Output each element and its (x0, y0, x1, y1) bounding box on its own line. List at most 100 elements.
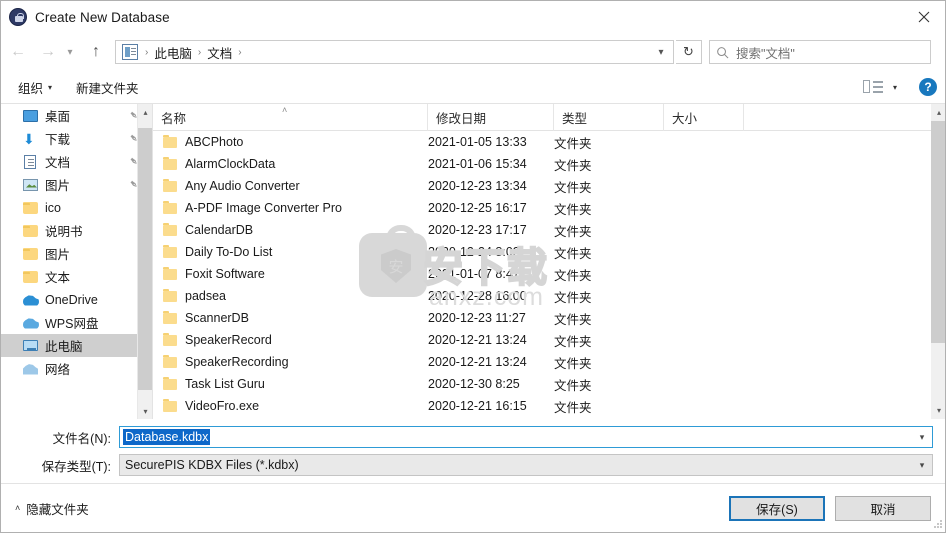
cell-date: 2021-01-05 13:33 (428, 135, 527, 149)
documents-icon (23, 154, 39, 170)
table-row[interactable]: VideoFro.exe 2020-12-21 16:15 文件夹 (153, 395, 931, 417)
recent-locations-icon[interactable]: ▾ (61, 39, 79, 65)
column-header-size[interactable]: 大小 (664, 104, 744, 131)
cell-name: Foxit Software (153, 267, 428, 281)
table-row[interactable]: AlarmClockData 2021-01-06 15:34 文件夹 (153, 153, 931, 175)
resize-grip[interactable] (934, 520, 944, 530)
table-row[interactable]: padsea 2020-12-28 16:00 文件夹 (153, 285, 931, 307)
cell-name: AlarmClockData (153, 157, 428, 171)
sidebar-scrollbar-thumb[interactable] (138, 128, 152, 390)
table-row[interactable]: Any Audio Converter 2020-12-23 13:34 文件夹 (153, 175, 931, 197)
table-row[interactable]: Daily To-Do List 2020-12-24 8:02 文件夹 (153, 241, 931, 263)
chevron-up-icon[interactable]: ▴ (138, 104, 152, 120)
onedrive-icon (23, 292, 39, 308)
cancel-button[interactable]: 取消 (835, 495, 931, 521)
table-row[interactable]: ScannerDB 2020-12-23 11:27 文件夹 (153, 307, 931, 329)
file-form: 文件名(N): Database.kdbx ▾ 保存类型(T): SecureP… (1, 419, 945, 483)
cell-type: 文件夹 (554, 268, 592, 283)
file-list-scrollbar[interactable]: ▴ ▾ (931, 104, 945, 419)
back-icon[interactable]: ← (5, 39, 31, 65)
filetype-label: 保存类型(T): (41, 459, 111, 474)
sidebar-scrollbar[interactable]: ▴ ▾ (137, 104, 152, 419)
hide-folders-toggle[interactable]: ˄ 隐藏文件夹 (15, 499, 89, 518)
breadcrumb-item-this-pc[interactable]: 此电脑 (151, 43, 195, 62)
navigation-sidebar: 桌面 ✒ ⬇ 下载 ✒ 文档 ✒ 图片 ✒ ico 说明书 图片文本 OneDrive WPS网盘此电脑网… (1, 104, 153, 419)
cell-type: 文件夹 (554, 356, 592, 371)
filename-input[interactable]: Database.kdbx ▾ (119, 426, 933, 448)
sidebar-item-ico[interactable]: ico (1, 196, 152, 219)
folder-icon (163, 201, 177, 214)
sidebar-item-文档[interactable]: 文档 ✒ (1, 150, 152, 173)
table-row[interactable]: Task List Guru 2020-12-30 8:25 文件夹 (153, 373, 931, 395)
sidebar-item-此电脑[interactable]: 此电脑 (1, 334, 152, 357)
chevron-up-icon[interactable]: ▴ (931, 104, 945, 121)
sidebar-item-OneDrive[interactable]: OneDrive (1, 288, 152, 311)
chevron-down-icon[interactable]: ▾ (912, 455, 932, 475)
sidebar-item-网络[interactable]: 网络 (1, 357, 152, 380)
column-label-size: 大小 (672, 111, 698, 126)
sidebar-item-label: 下载 (45, 133, 71, 147)
file-name-label: CalendarDB (185, 223, 254, 237)
table-row[interactable]: CalendarDB 2020-12-23 17:17 文件夹 (153, 219, 931, 241)
cell-name: VideoFro.exe (153, 399, 428, 413)
file-name-label: ScannerDB (185, 311, 249, 325)
table-row[interactable]: SpeakerRecord 2020-12-21 13:24 文件夹 (153, 329, 931, 351)
folder-icon (23, 223, 39, 239)
organize-button[interactable]: 组织 ▾ (11, 75, 59, 100)
sidebar-item-说明书[interactable]: 说明书 (1, 219, 152, 242)
column-header-name[interactable]: 名称 ˄ (153, 104, 428, 131)
navigation-bar: ← → ▾ ↑ › 此电脑 › 文档 › ▾ ↻ 搜索"文档" (1, 33, 945, 71)
cell-type: 文件夹 (554, 224, 592, 239)
sort-ascending-icon: ˄ (282, 104, 288, 115)
view-mode-icon[interactable] (863, 78, 885, 96)
sidebar-item-图片[interactable]: 图片 (1, 242, 152, 265)
table-row[interactable]: A-PDF Image Converter Pro 2020-12-25 16:1… (153, 197, 931, 219)
pictures-icon (23, 177, 39, 193)
sidebar-item-文本[interactable]: 文本 (1, 265, 152, 288)
folder-icon (163, 289, 177, 302)
folder-icon (163, 311, 177, 324)
refresh-icon[interactable]: ↻ (676, 40, 702, 64)
lock-icon (9, 8, 27, 26)
sidebar-item-下载[interactable]: ⬇ 下载 ✒ (1, 127, 152, 150)
file-name-label: Foxit Software (185, 267, 265, 281)
column-header-type[interactable]: 类型 (554, 104, 664, 131)
folder-icon (163, 245, 177, 258)
chevron-down-icon[interactable]: ▾ (138, 403, 152, 419)
sidebar-item-WPS网盘[interactable]: WPS网盘 (1, 311, 152, 334)
help-icon[interactable]: ? (919, 78, 937, 96)
table-row[interactable]: ABCPhoto 2021-01-05 13:33 文件夹 (153, 131, 931, 153)
breadcrumb-item-documents[interactable]: 文档 (204, 43, 235, 62)
file-list-scrollbar-thumb[interactable] (931, 121, 945, 343)
filetype-row: 保存类型(T): SecurePIS KDBX Files (*.kdbx) ▾ (1, 454, 945, 476)
table-row[interactable]: Foxit Software 2021-01-07 8:47 文件夹 (153, 263, 931, 285)
folder-icon (163, 399, 177, 412)
chevron-down-icon[interactable]: ▾ (651, 41, 671, 63)
file-name-label: AlarmClockData (185, 157, 276, 171)
file-rows: ABCPhoto 2021-01-05 13:33 文件夹 AlarmClockDat… (153, 131, 931, 419)
folder-icon (163, 267, 177, 280)
chevron-down-icon[interactable]: ▾ (885, 78, 905, 96)
forward-icon[interactable]: → (35, 39, 61, 65)
close-icon[interactable] (901, 1, 945, 32)
filetype-select[interactable]: SecurePIS KDBX Files (*.kdbx) ▾ (119, 454, 933, 476)
breadcrumb[interactable]: › 此电脑 › 文档 › ▾ (115, 40, 674, 64)
chevron-down-icon[interactable]: ▾ (931, 402, 945, 419)
chevron-down-icon[interactable]: ▾ (912, 427, 932, 447)
cell-name: A-PDF Image Converter Pro (153, 201, 428, 215)
cell-type: 文件夹 (554, 136, 592, 151)
save-button[interactable]: 保存(S) (729, 495, 825, 521)
sidebar-item-label: 文档 (45, 156, 71, 170)
table-row[interactable]: SpeakerRecording 2020-12-21 13:24 文件夹 (153, 351, 931, 373)
search-input[interactable]: 搜索"文档" (709, 40, 931, 64)
sidebar-item-label: 文本 (45, 271, 71, 285)
folder-icon (163, 135, 177, 148)
sidebar-item-图片[interactable]: 图片 ✒ (1, 173, 152, 196)
column-header-date[interactable]: 修改日期 (428, 104, 554, 131)
sidebar-item-label: 此电脑 (45, 340, 83, 354)
up-icon[interactable]: ↑ (83, 39, 109, 65)
cell-name: padsea (153, 289, 428, 303)
cell-type: 文件夹 (554, 378, 592, 393)
new-folder-button[interactable]: 新建文件夹 (69, 75, 146, 100)
sidebar-item-桌面[interactable]: 桌面 ✒ (1, 104, 152, 127)
